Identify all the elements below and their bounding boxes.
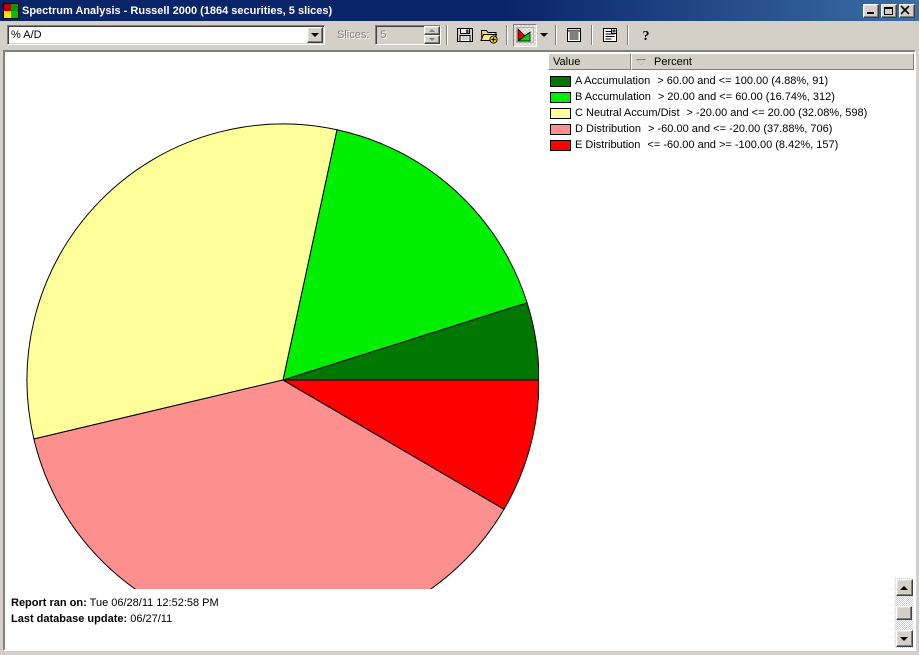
chevron-down-icon [311,33,319,37]
legend-item[interactable]: B Accumulation > 20.00 and <= 60.00 (16.7… [548,89,914,105]
slices-stepper[interactable]: 5 [375,25,442,45]
legend-column-percent-label: Percent [654,55,692,68]
legend-item-label: A Accumulation [575,75,651,87]
legend-color-swatch [550,91,571,103]
legend-column-value-label: Value [553,55,581,68]
legend-column-percent[interactable]: Percent [631,53,914,70]
slices-value: 5 [380,29,387,41]
toolbar-separator [446,25,449,45]
legend-item[interactable]: D Distribution > -60.00 and <= -20.00 (37… [548,121,914,137]
report-pane: Value Percent A Accumulation > 60.00 and … [3,50,916,651]
legend-header: Value Percent [548,53,914,70]
mode-combobox[interactable]: % A/D [7,25,325,45]
legend-color-swatch [550,139,571,151]
legend-column-value[interactable]: Value [548,53,631,70]
legend-item[interactable]: C Neutral Accum/Dist > -20.00 and <= 20.0… [548,105,914,121]
last-update-value: 06/27/11 [130,613,173,625]
legend-item[interactable]: A Accumulation > 60.00 and <= 100.00 (4.8… [548,73,914,89]
detail-view-button[interactable] [598,23,623,47]
pie-chart[interactable] [19,69,539,589]
legend-item-range: > 20.00 and <= 60.00 (16.74%, 312) [657,91,835,103]
legend-item-range: > 60.00 and <= 100.00 (4.88%, 91) [657,75,829,87]
vertical-scrollbar[interactable] [895,578,913,648]
legend-item-range: > -20.00 and <= 20.00 (32.08%, 598) [686,107,868,119]
legend-item[interactable]: E Distribution <= -60.00 and >= -100.00 (… [548,137,914,153]
report-content: Value Percent A Accumulation > 60.00 and … [5,52,914,649]
close-icon [900,4,910,15]
detail-report-icon [603,28,618,42]
slices-increment-button[interactable] [424,26,441,35]
report-ran-line: Report ran on: Tue 06/28/11 12:52:58 PM [11,595,219,611]
chevron-up-icon [900,585,908,590]
legend-item-range: <= -60.00 and >= -100.00 (8.42%, 157) [647,139,839,151]
maximize-icon [884,6,893,15]
chevron-down-icon [900,636,908,641]
legend-color-swatch [550,107,571,119]
report-footer: Report ran on: Tue 06/28/11 12:52:58 PM … [11,595,219,627]
chart-view-button[interactable] [513,23,538,47]
last-update-label: Last database update: [11,613,128,625]
svg-text:?: ? [643,29,650,43]
application-window: Spectrum Analysis - Russell 2000 (1864 s… [0,0,919,655]
scrollbar-thumb[interactable] [896,606,912,620]
toolbar: % A/D Slices: 5 ? [0,21,919,49]
list-report-icon [567,28,582,42]
legend-item-label: B Accumulation [575,91,651,103]
list-view-button[interactable] [562,23,587,47]
scroll-down-button[interactable] [895,630,913,647]
open-folder-add-icon [480,30,499,44]
toolbar-separator [627,25,630,45]
toolbar-separator [555,25,558,45]
close-button[interactable] [899,3,915,18]
chevron-down-icon [539,33,548,37]
legend-color-swatch [550,75,571,87]
chevron-up-icon [429,29,436,32]
chevron-down-icon [429,38,436,41]
slices-decrement-button[interactable] [424,35,441,44]
slices-spin-buttons[interactable] [424,26,441,44]
legend-item-label: C Neutral Accum/Dist [575,107,680,119]
report-ran-label: Report ran on: [11,597,87,609]
pie-chart-icon [3,2,19,19]
title-bar: Spectrum Analysis - Russell 2000 (1864 s… [0,0,919,21]
help-button[interactable]: ? [634,23,659,47]
legend-item-label: E Distribution [575,139,641,151]
legend-item-range: > -60.00 and <= -20.00 (37.88%, 706) [648,123,833,135]
floppy-disk-icon [457,28,474,42]
chart-view-dropdown[interactable] [537,23,551,47]
question-mark-icon: ? [643,29,650,43]
last-update-line: Last database update: 06/27/11 [11,611,219,627]
save-button[interactable] [453,23,478,47]
pie-chart-icon [516,27,535,43]
report-ran-value: Tue 06/28/11 12:52:58 PM [89,597,219,609]
legend: Value Percent A Accumulation > 60.00 and … [548,53,914,153]
legend-item-list: A Accumulation > 60.00 and <= 100.00 (4.8… [548,73,914,153]
open-button[interactable] [477,23,502,47]
mode-combobox-arrow[interactable] [307,27,323,43]
scroll-up-button[interactable] [895,579,913,596]
mode-combobox-value: % A/D [11,29,42,41]
window-title: Spectrum Analysis - Russell 2000 (1864 s… [22,4,333,17]
sort-descending-icon [636,58,646,65]
legend-item-label: D Distribution [575,123,642,135]
maximize-button[interactable] [881,3,897,18]
toolbar-separator [506,25,509,45]
toolbar-separator [591,25,594,45]
minimize-icon [867,11,874,14]
window-controls [863,3,915,18]
slices-label: Slices: [337,29,370,41]
minimize-button[interactable] [863,3,879,18]
legend-color-swatch [550,123,571,135]
pie-chart-svg [26,123,539,589]
